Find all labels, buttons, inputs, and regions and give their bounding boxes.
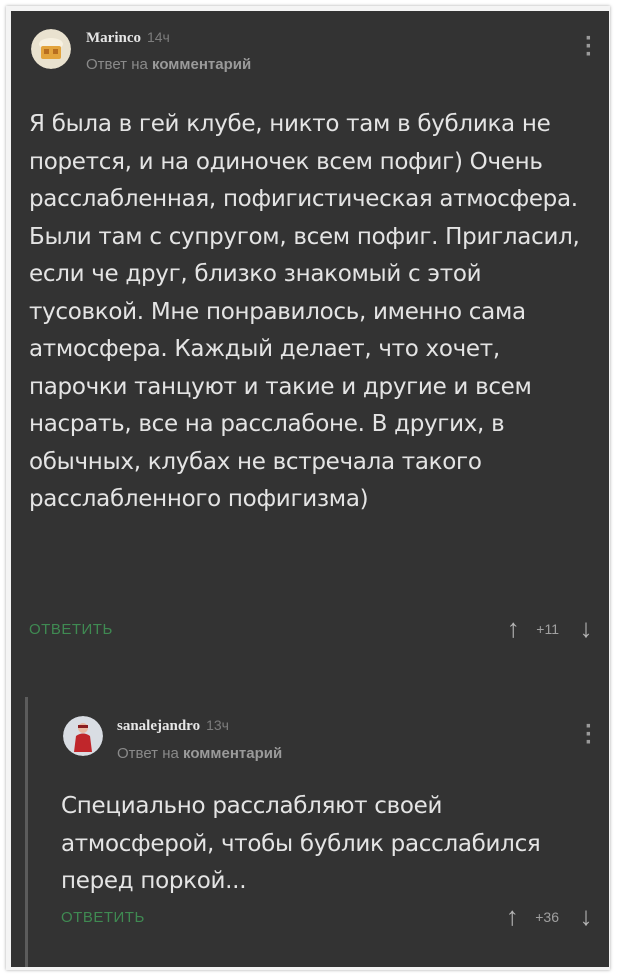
username[interactable]: Marinco 14ч	[86, 29, 170, 47]
reply-prefix: Ответ на	[86, 56, 148, 73]
reply-target-link[interactable]: комментарий	[183, 745, 282, 762]
reply-prefix: Ответ на	[117, 745, 179, 762]
arrow-down-icon[interactable]: ↓	[573, 613, 599, 644]
thread-line	[25, 697, 28, 967]
timestamp: 14ч	[146, 29, 170, 45]
username-text[interactable]: Marinco	[86, 30, 141, 46]
username[interactable]: sanalejandro 13ч	[117, 717, 229, 735]
comment-text: Специально расслабляют своей атмосферой,…	[61, 793, 541, 894]
avatar[interactable]	[31, 29, 71, 69]
reply-target-link[interactable]: комментарий	[152, 56, 251, 73]
arrow-up-icon[interactable]: ↑	[499, 901, 525, 932]
vertical-dots-icon[interactable]: · · ·	[579, 715, 599, 755]
arrow-down-icon[interactable]: ↓	[573, 901, 599, 932]
comment-marinco: Marinco 14ч Ответ на комментарий · · · Я бы…	[11, 11, 609, 683]
arrow-up-icon[interactable]: ↑	[500, 613, 526, 644]
username-text[interactable]: sanalejandro	[117, 718, 200, 734]
comment-sanalejandro: sanalejandro 13ч Ответ на комментарий · · ·…	[11, 683, 609, 967]
reply-to-line: Ответ на комментарий	[86, 56, 251, 73]
vote-controls: ↑ +36 ↓	[499, 901, 599, 932]
comment-text: Я была в гей клубе, никто там в бублика …	[29, 111, 580, 512]
avatar[interactable]	[63, 716, 103, 756]
reply-button[interactable]: ОТВЕТИТЬ	[29, 621, 113, 638]
reply-to-line: Ответ на комментарий	[117, 745, 282, 762]
score: +11	[536, 620, 559, 637]
reply-button[interactable]: ОТВЕТИТЬ	[61, 909, 145, 926]
comments-screen: Marinco 14ч Ответ на комментарий · · · Я бы…	[11, 11, 609, 967]
vertical-dots-icon[interactable]: · · ·	[579, 27, 599, 67]
score: +36	[535, 908, 559, 925]
timestamp: 13ч	[206, 717, 229, 733]
vote-controls: ↑ +11 ↓	[500, 613, 599, 644]
